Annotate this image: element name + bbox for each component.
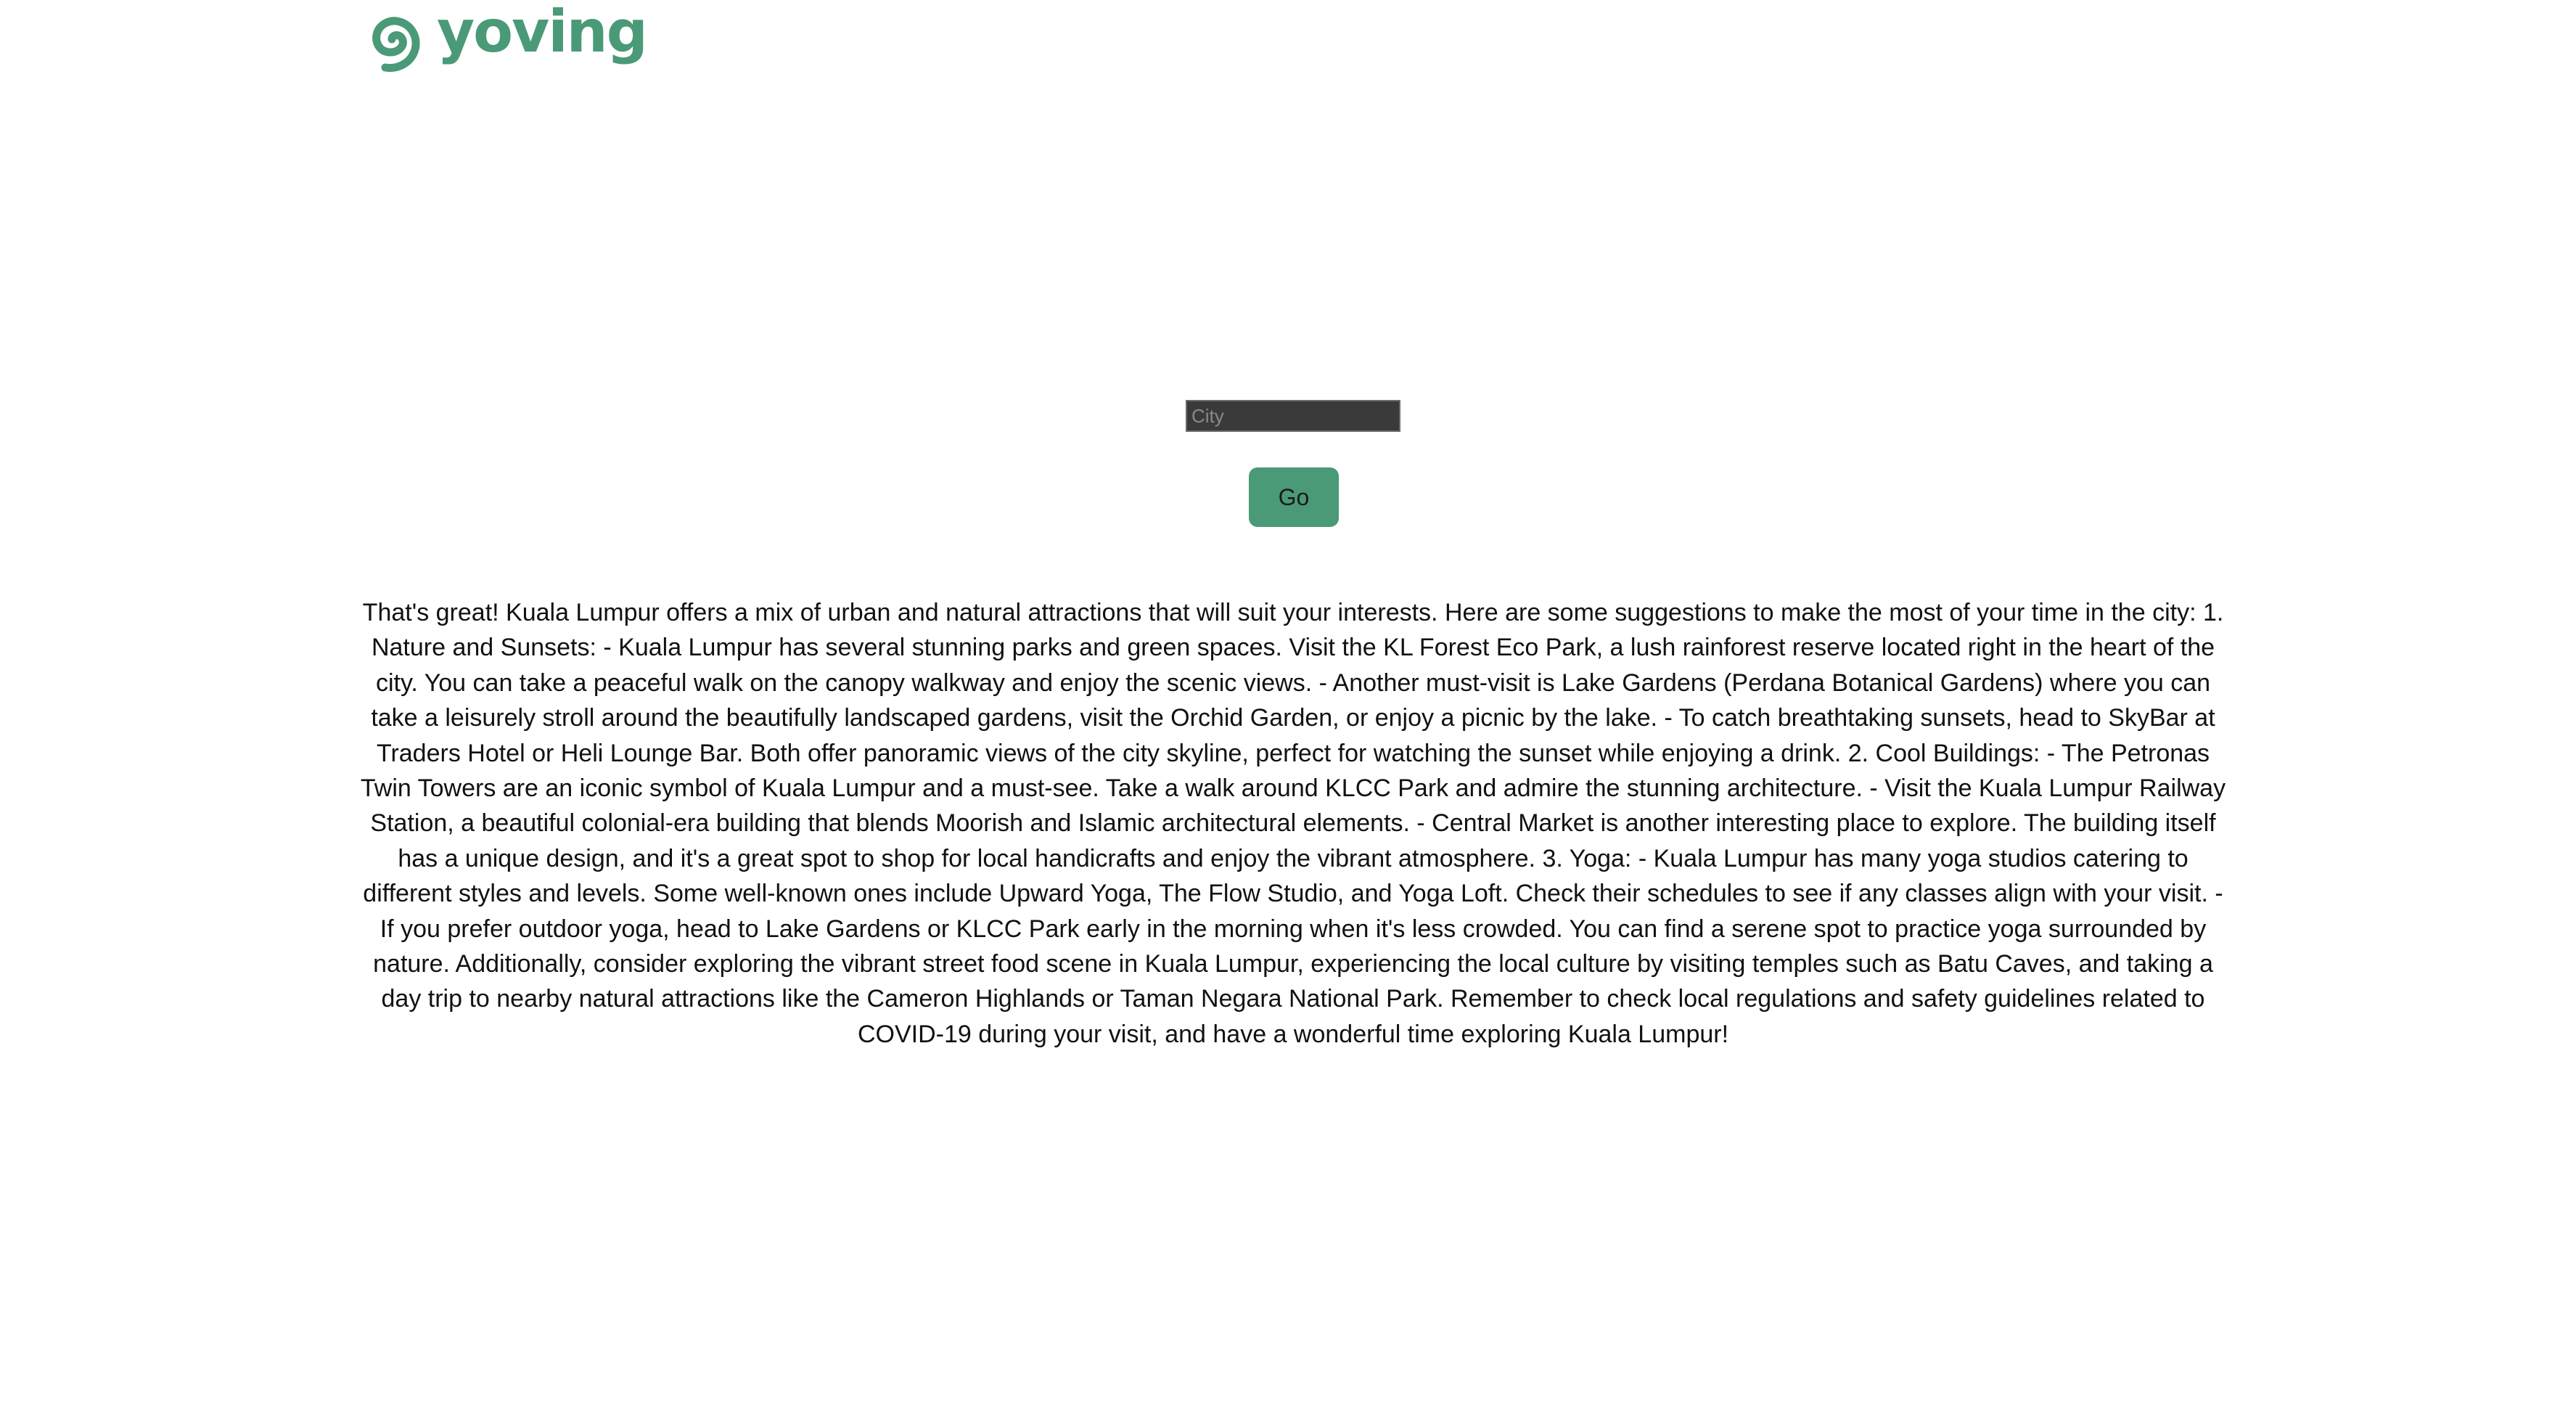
page: yoving Go That's great! Kuala Lumpur off…	[0, 0, 2576, 1427]
response-text: That's great! Kuala Lumpur offers a mix …	[360, 599, 2226, 1048]
go-button[interactable]: Go	[1249, 467, 1339, 527]
city-input[interactable]	[1186, 400, 1400, 432]
brand-logo[interactable]: yoving	[354, 0, 648, 74]
spiral-logo-icon	[372, 17, 420, 73]
brand-name: yoving	[437, 0, 648, 65]
